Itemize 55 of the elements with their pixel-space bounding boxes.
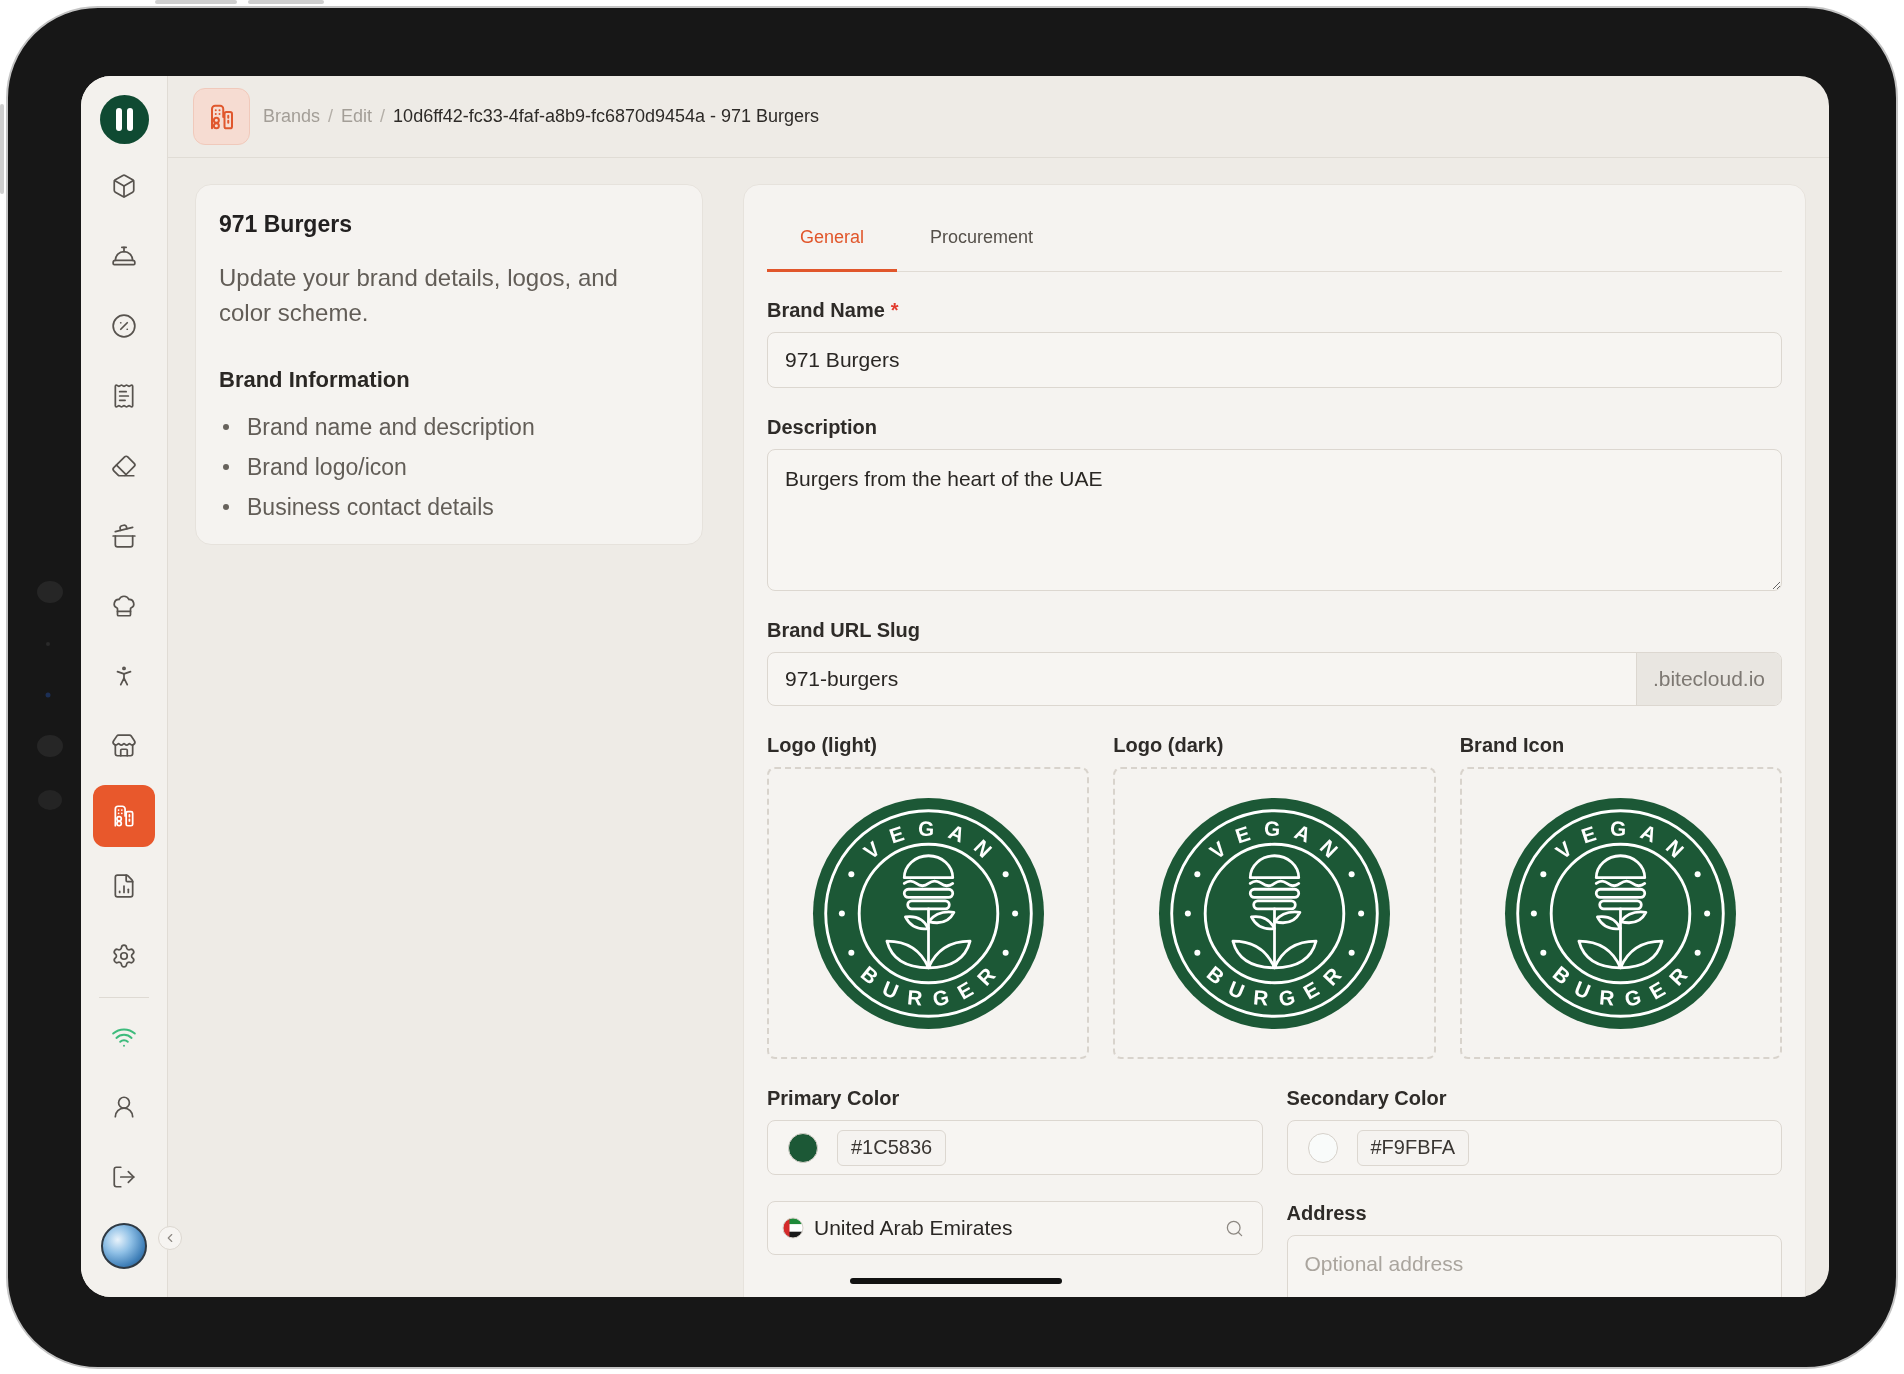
settings-icon: [111, 943, 137, 969]
eraser-icon: [111, 453, 137, 479]
country-search-field[interactable]: United Arab Emirates: [767, 1201, 1263, 1255]
store-icon: [111, 733, 137, 759]
country-input[interactable]: United Arab Emirates: [814, 1216, 1215, 1240]
domain-suffix: .bitecloud.io: [1635, 653, 1781, 705]
url-slug-input[interactable]: 971-burgers: [768, 653, 1636, 705]
bullet-icon: [223, 464, 229, 470]
field-label: Brand Name: [767, 298, 885, 322]
sidebar-nav-button[interactable]: [93, 785, 155, 847]
field-label: Description: [767, 415, 879, 439]
service-bell-icon: [111, 243, 137, 269]
percent-icon: [111, 313, 137, 339]
color-swatch-icon[interactable]: [788, 1132, 818, 1163]
hex-code-field[interactable]: #F9FBFA: [1356, 1129, 1469, 1166]
breadcrumb-separator: /: [380, 106, 386, 127]
url-slug-field[interactable]: 971-burgers .bitecloud.io: [767, 652, 1782, 706]
color-picker-field[interactable]: #F9FBFA: [1286, 1120, 1782, 1175]
color-picker-field[interactable]: #1C5836: [767, 1120, 1263, 1175]
hex-code-field[interactable]: #1C5836: [837, 1129, 947, 1166]
chart-file-icon: [111, 873, 137, 899]
flag-icon: [782, 1217, 804, 1239]
user-avatar[interactable]: [101, 1223, 147, 1269]
field-label: Secondary Color: [1286, 1086, 1448, 1110]
box-icon: [111, 173, 137, 199]
card-description: Update your brand details, logos, and color scheme.: [219, 263, 619, 328]
search-icon: [1224, 1218, 1244, 1238]
bullet-icon: [223, 504, 229, 510]
receipt-icon: [111, 383, 137, 409]
bullet-text: Brand name and description: [247, 413, 535, 441]
field-label: Primary Color: [767, 1086, 901, 1110]
field-label: Address: [1286, 1201, 1368, 1225]
bullet-icon: [223, 424, 229, 430]
tab[interactable]: Procurement: [897, 206, 1067, 272]
building-icon: [193, 88, 250, 145]
cooking-pot-icon: [111, 523, 137, 549]
address-field[interactable]: Optional address: [1286, 1235, 1782, 1297]
field-label: Logo (light): [767, 733, 878, 757]
building-icon: [111, 803, 137, 829]
section-title: Brand Information: [219, 366, 411, 393]
field-label: Logo (dark): [1113, 733, 1225, 757]
field-label: Brand URL Slug: [767, 618, 921, 642]
required-mark: *: [890, 298, 899, 322]
app-logo-icon: [99, 95, 149, 144]
bullet-text: Brand logo/icon: [247, 453, 407, 481]
brand-name-field[interactable]: 971 Burgers: [767, 332, 1782, 388]
card-title: 971 Burgers: [219, 210, 353, 238]
logout-icon[interactable]: [111, 1164, 137, 1190]
color-swatch-icon[interactable]: [1307, 1132, 1338, 1163]
breadcrumb-separator: /: [328, 106, 334, 127]
breadcrumb-item: 10d6ff42-fc33-4faf-a8b9-fc6870d9454a - 971 Burgers: [393, 106, 820, 127]
field-label: Brand Icon: [1459, 733, 1566, 757]
description-field[interactable]: Burgers from the heart of the UAE: [767, 449, 1782, 591]
bullet-text: Business contact details: [247, 493, 494, 521]
chef-hat-icon: [111, 593, 137, 619]
